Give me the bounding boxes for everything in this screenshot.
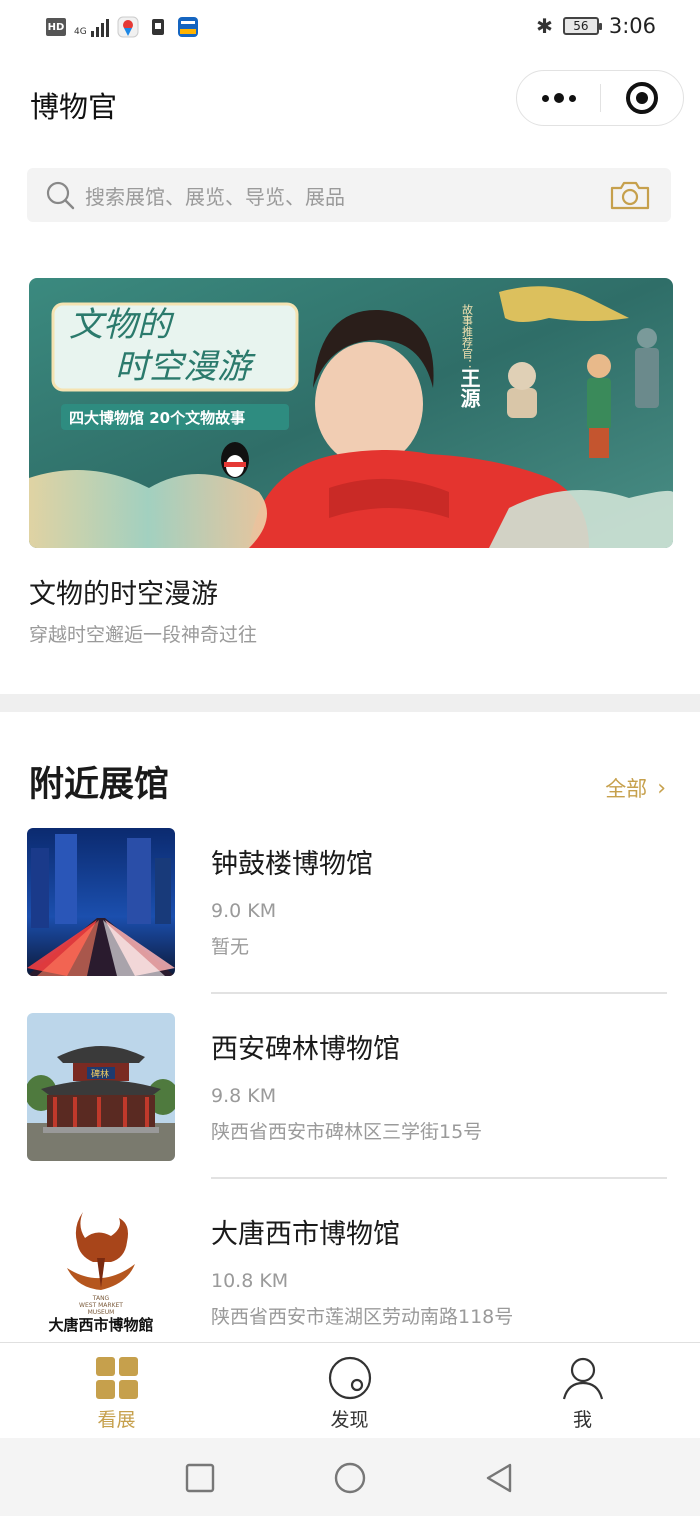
tab-label: 发现 [330,1409,369,1431]
grid-icon [95,1357,138,1399]
banner-tagline: 四大博物馆 20个文物故事 [69,409,245,427]
news-app-icon [177,17,198,37]
search-input[interactable]: 搜索展馆、展览、导览、展品 [85,181,345,210]
see-all-link[interactable]: 全部 › [605,773,666,803]
logo-text-en: MUSEUM [88,1309,115,1316]
tab-label: 看展 [97,1409,136,1431]
museum-name: 西安碑林博物馆 [211,1034,400,1065]
museum-list-item[interactable]: TANG WEST MARKET MUSEUM 大唐西市博物館 大唐西市博物馆 … [27,1198,667,1348]
featured-subtitle: 穿越时空邂逅一段神奇过往 [29,624,258,646]
logo-text-cn: 大唐西市博物館 [48,1316,153,1334]
chevron-right-icon: › [657,775,666,801]
banner-side-name: 王源 [457,368,481,408]
logo-text-en: WEST MARKET [79,1302,123,1309]
compass-icon [328,1356,371,1400]
status-right: ✱ 56 3:06 [536,14,656,38]
featured-banner[interactable]: 文物的 时空漫游 四大博物馆 20个文物故事 故事推荐官： 王源 [29,278,673,548]
home-icon[interactable] [332,1460,368,1496]
signal-icon: 4G [74,17,109,37]
search-bar[interactable]: 搜索展馆、展览、导览、展品 [27,168,671,222]
tab-discover[interactable]: 发现 [233,1343,466,1439]
back-icon[interactable] [482,1460,518,1496]
banner-image: 文物的 时空漫游 四大博物馆 20个文物故事 故事推荐官： 王源 [29,278,673,548]
museum-address: 暂无 [211,936,250,958]
museum-thumbnail [27,828,175,976]
banner-title-line1: 文物的 [69,305,175,345]
search-icon [46,181,75,210]
museum-logo: TANG WEST MARKET MUSEUM 大唐西市博物館 [27,1198,175,1346]
see-all-label: 全部 [605,777,648,801]
museum-distance: 9.8 KM [211,1085,277,1107]
banner-title-line2: 时空漫游 [115,347,256,387]
status-left: HD 4G [46,16,199,38]
museum-list-item[interactable]: 碑林 西安碑林博物馆 9.8 KM 陕西省西安市碑林区三学街15号 [27,1013,667,1163]
mini-program-header: 博物官 [0,58,700,146]
tab-bar: 看展 发现 我 [0,1342,700,1438]
museum-address: 陕西省西安市碑林区三学街15号 [211,1121,483,1143]
user-icon [562,1357,603,1400]
section-title: 附近展馆 [29,765,170,805]
banner-side-label: 故事推荐官： [461,303,474,370]
battery-level: 56 [573,19,589,33]
page-title: 博物官 [30,90,118,124]
tab-me[interactable]: 我 [466,1343,699,1439]
sim-app-icon [151,19,164,35]
section-separator [0,694,700,712]
recents-icon[interactable] [182,1460,218,1496]
tab-label: 我 [572,1409,592,1431]
more-dot-icon [553,93,564,103]
plaque-text: 碑林 [91,1068,109,1080]
museum-name: 钟鼓楼博物馆 [211,849,373,880]
logo-text-en: TANG [92,1295,110,1302]
system-nav-bar [0,1438,700,1516]
status-bar: HD 4G ✱ 56 3:06 [0,0,700,58]
camera-icon[interactable] [609,180,651,210]
battery-icon: 56 [562,17,602,35]
clock: 3:06 [608,14,656,38]
more-dot-icon [568,94,576,102]
map-app-icon [117,16,139,38]
hd-badge: HD [46,18,66,36]
capsule-menu [516,70,684,126]
more-dot-icon [541,94,549,102]
museum-distance: 10.8 KM [211,1270,289,1292]
more-button[interactable] [517,71,600,125]
network-label: 4G [74,27,87,37]
list-divider [211,1177,667,1179]
close-button[interactable] [601,71,683,125]
list-divider [211,992,667,994]
museum-name: 大唐西市博物馆 [211,1219,400,1250]
featured-title[interactable]: 文物的时空漫游 [29,572,218,611]
tab-exhibitions[interactable]: 看展 [0,1343,233,1439]
museum-address: 陕西省西安市莲湖区劳动南路118号 [211,1306,514,1328]
target-icon [625,82,658,114]
museum-distance: 9.0 KM [211,900,277,922]
museum-thumbnail: 碑林 [27,1013,175,1161]
museum-list-item[interactable]: 钟鼓楼博物馆 9.0 KM 暂无 [27,828,667,978]
bluetooth-icon: ✱ [536,14,553,38]
